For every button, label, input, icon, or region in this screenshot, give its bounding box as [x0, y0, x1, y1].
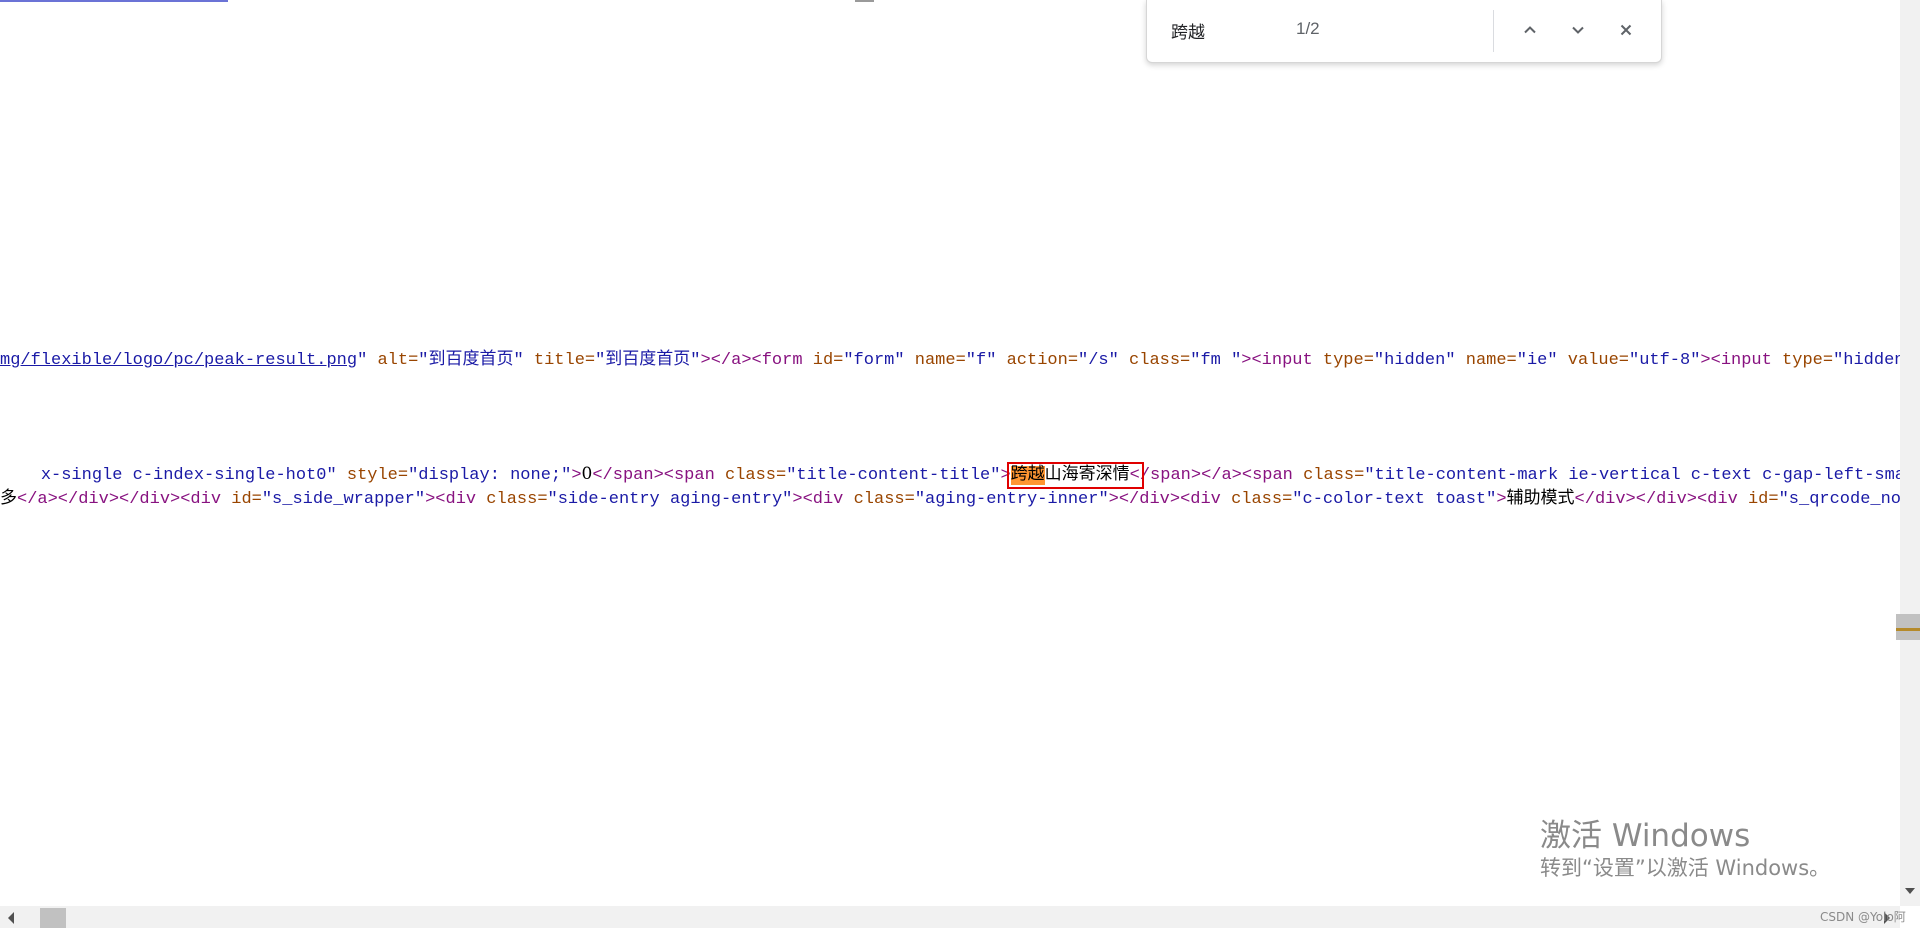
code-token: 多: [0, 488, 17, 508]
code-token: "utf-8": [1629, 351, 1701, 370]
find-input[interactable]: [1171, 16, 1411, 44]
code-token: </div></div><div: [1574, 490, 1738, 509]
code-token: >: [571, 466, 582, 485]
find-result-tick: [1896, 628, 1920, 631]
match-close-bracket: <: [1129, 466, 1140, 485]
code-token: action=: [996, 351, 1079, 370]
code-token: type=: [1771, 351, 1834, 370]
find-next-button[interactable]: [1561, 13, 1595, 47]
code-token: class=: [476, 490, 548, 509]
code-token: "s_qrcode_nologin": [1778, 490, 1900, 509]
find-close-button[interactable]: [1609, 13, 1643, 47]
windows-activation-subtitle: 转到“设置”以激活 Windows。: [1540, 856, 1831, 880]
chevron-down-icon: [1570, 22, 1586, 38]
source-line-logo-form: mg/flexible/logo/pc/peak-result.png" alt…: [0, 350, 1900, 372]
code-token: type=: [1312, 351, 1374, 370]
code-token: class=: [1118, 351, 1191, 370]
code-token: value=: [1557, 351, 1629, 370]
code-token: "form": [843, 351, 905, 370]
code-token: name=: [904, 351, 966, 370]
code-token: class=: [843, 490, 915, 509]
vertical-scrollbar[interactable]: [1900, 0, 1920, 906]
horizontal-scroll-thumb[interactable]: [40, 908, 66, 928]
code-token: "ie": [1516, 351, 1558, 370]
scroll-down-arrow-icon[interactable]: [1904, 886, 1916, 898]
code-token: alt=: [367, 351, 419, 370]
close-icon: [1618, 22, 1634, 38]
code-token: "到百度首页": [595, 351, 701, 370]
code-token: name=: [1455, 351, 1517, 370]
search-match-box: 跨越山海寄深情<: [1006, 462, 1144, 489]
scroll-left-arrow-icon[interactable]: [6, 911, 18, 924]
find-bar: [1146, 0, 1662, 63]
windows-activation-title: 激活 Windows: [1540, 818, 1751, 854]
code-token: </a></div></div><div: [17, 490, 222, 509]
csdn-credit: CSDN @Yolo阿: [1820, 910, 1906, 924]
code-token: "s_side_wrapper": [261, 490, 426, 509]
code-token: "c-color-text toast": [1292, 490, 1497, 509]
code-token: "display: none;": [408, 466, 572, 485]
match-open-bracket: >: [1000, 466, 1011, 485]
match-trailing-text: 山海寄深情: [1044, 464, 1130, 484]
code-token: id=: [802, 351, 844, 370]
code-token: </span><span: [592, 466, 715, 485]
code-token: "aging-entry-inner": [914, 490, 1109, 509]
code-token: "/s": [1078, 351, 1119, 370]
code-token: ><input: [1700, 351, 1772, 370]
code-token: 0: [581, 464, 593, 484]
code-token: "title-content-title": [786, 466, 1001, 485]
find-match-count: 1/2: [1296, 19, 1320, 38]
chevron-up-icon: [1522, 22, 1538, 38]
active-search-highlight: 跨越: [1010, 466, 1045, 485]
code-token: "title-content-mark ie-vertical c-text c…: [1364, 466, 1900, 485]
code-token: >: [1496, 490, 1507, 509]
code-token: class=: [1292, 466, 1365, 485]
code-token: "fm ": [1190, 351, 1242, 370]
vertical-scroll-thumb[interactable]: [1896, 614, 1920, 640]
code-token: "hidden": [1833, 351, 1900, 370]
line2-suffix: /span></a><span class="title-content-mar…: [1140, 466, 1900, 485]
code-token: class=: [1220, 490, 1293, 509]
code-token: 辅助模式: [1506, 488, 1575, 508]
code-token: title=: [523, 351, 596, 370]
code-token: ><input: [1241, 351, 1313, 370]
horizontal-scrollbar[interactable]: [0, 906, 1900, 928]
code-token: ><div: [792, 490, 844, 509]
code-token: id=: [221, 490, 262, 509]
code-token: "hidden": [1373, 351, 1456, 370]
code-token: mg/flexible/logo/pc/peak-result.png: [0, 351, 358, 370]
code-token: x-single c-index-single-hot0": [40, 466, 337, 485]
code-token: ></div><div: [1108, 490, 1221, 509]
code-token: style=: [336, 466, 409, 485]
line2-prefix: x-single c-index-single-hot0" style="dis…: [40, 464, 1001, 485]
code-token: "f": [965, 351, 997, 370]
find-bar-divider: [1493, 10, 1494, 52]
source-viewport: mg/flexible/logo/pc/peak-result.png" alt…: [0, 0, 1900, 906]
source-line-side-wrapper: 多</a></div></div><div id="s_side_wrapper…: [0, 487, 1900, 511]
code-token: ><div: [425, 490, 477, 509]
code-token: id=: [1737, 490, 1779, 509]
code-token: ></a><form: [700, 351, 803, 370]
code-token: ": [357, 351, 368, 370]
code-token: "到百度首页": [418, 351, 524, 370]
code-token: /span></a><span: [1139, 466, 1293, 485]
find-previous-button[interactable]: [1513, 13, 1547, 47]
code-token: "side-entry aging-entry": [547, 490, 793, 509]
code-token: class=: [714, 466, 787, 485]
